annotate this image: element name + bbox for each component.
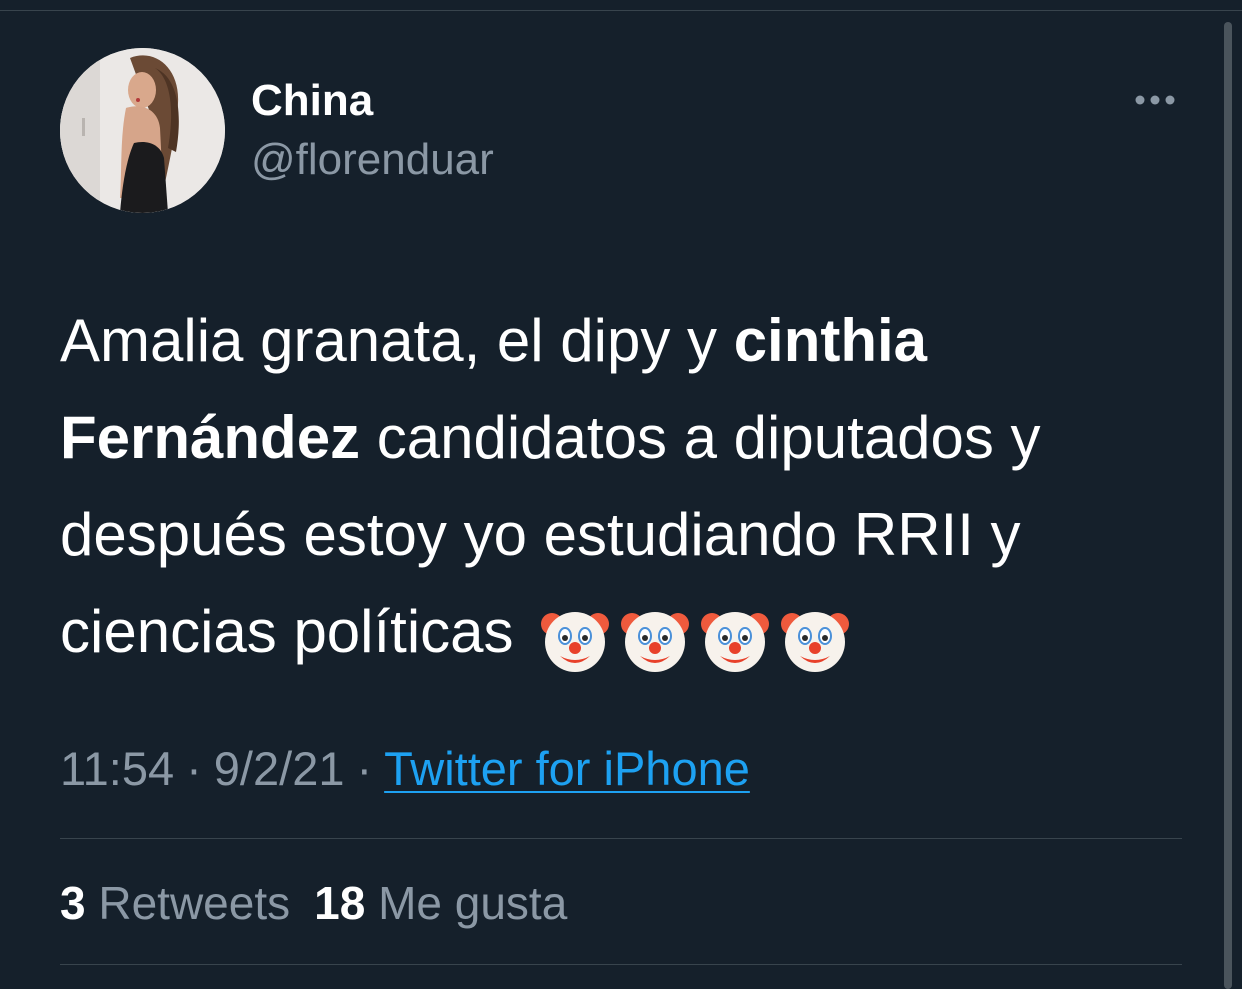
scrollbar[interactable] <box>1224 22 1232 989</box>
clown-face-emoji-icon <box>540 606 610 676</box>
avatar-image <box>60 48 225 213</box>
retweets-stat[interactable]: 3 Retweets <box>60 877 290 929</box>
clown-face-emoji-icon <box>620 606 690 676</box>
stats-top-divider <box>60 838 1182 839</box>
top-divider <box>0 10 1242 11</box>
author-handle[interactable]: @florenduar <box>251 135 494 185</box>
likes-count: 18 <box>314 877 366 929</box>
likes-stat[interactable]: 18 Me gusta <box>314 877 567 929</box>
meta-separator: · <box>356 742 373 795</box>
emoji-row <box>540 588 860 685</box>
tweet-time[interactable]: 11:54 <box>60 742 174 795</box>
author-display-name[interactable]: China <box>251 76 373 126</box>
retweets-count: 3 <box>60 877 86 929</box>
stats-bottom-divider <box>60 964 1182 965</box>
tweet-meta: 11:54 · 9/2/21 · Twitter for iPhone <box>60 740 750 798</box>
tweet-detail-page: China @florenduar Amalia granata, el dip… <box>0 0 1242 989</box>
more-options-icon[interactable] <box>1126 88 1180 112</box>
clown-face-emoji-icon <box>700 606 770 676</box>
meta-separator: · <box>186 742 202 795</box>
avatar[interactable] <box>60 48 225 213</box>
tweet-date[interactable]: 9/2/21 <box>214 742 345 795</box>
tweet-stats: 3 Retweets 18 Me gusta <box>60 876 567 930</box>
clown-face-emoji-icon <box>780 606 850 676</box>
retweets-label: Retweets <box>98 877 291 929</box>
tweet-text: Amalia granata, el dipy y cinthia Fernán… <box>60 292 1190 685</box>
likes-label: Me gusta <box>378 877 568 929</box>
tweet-source-link[interactable]: Twitter for iPhone <box>384 742 750 795</box>
tweet-text-part1: Amalia granata, el dipy y <box>60 307 734 374</box>
